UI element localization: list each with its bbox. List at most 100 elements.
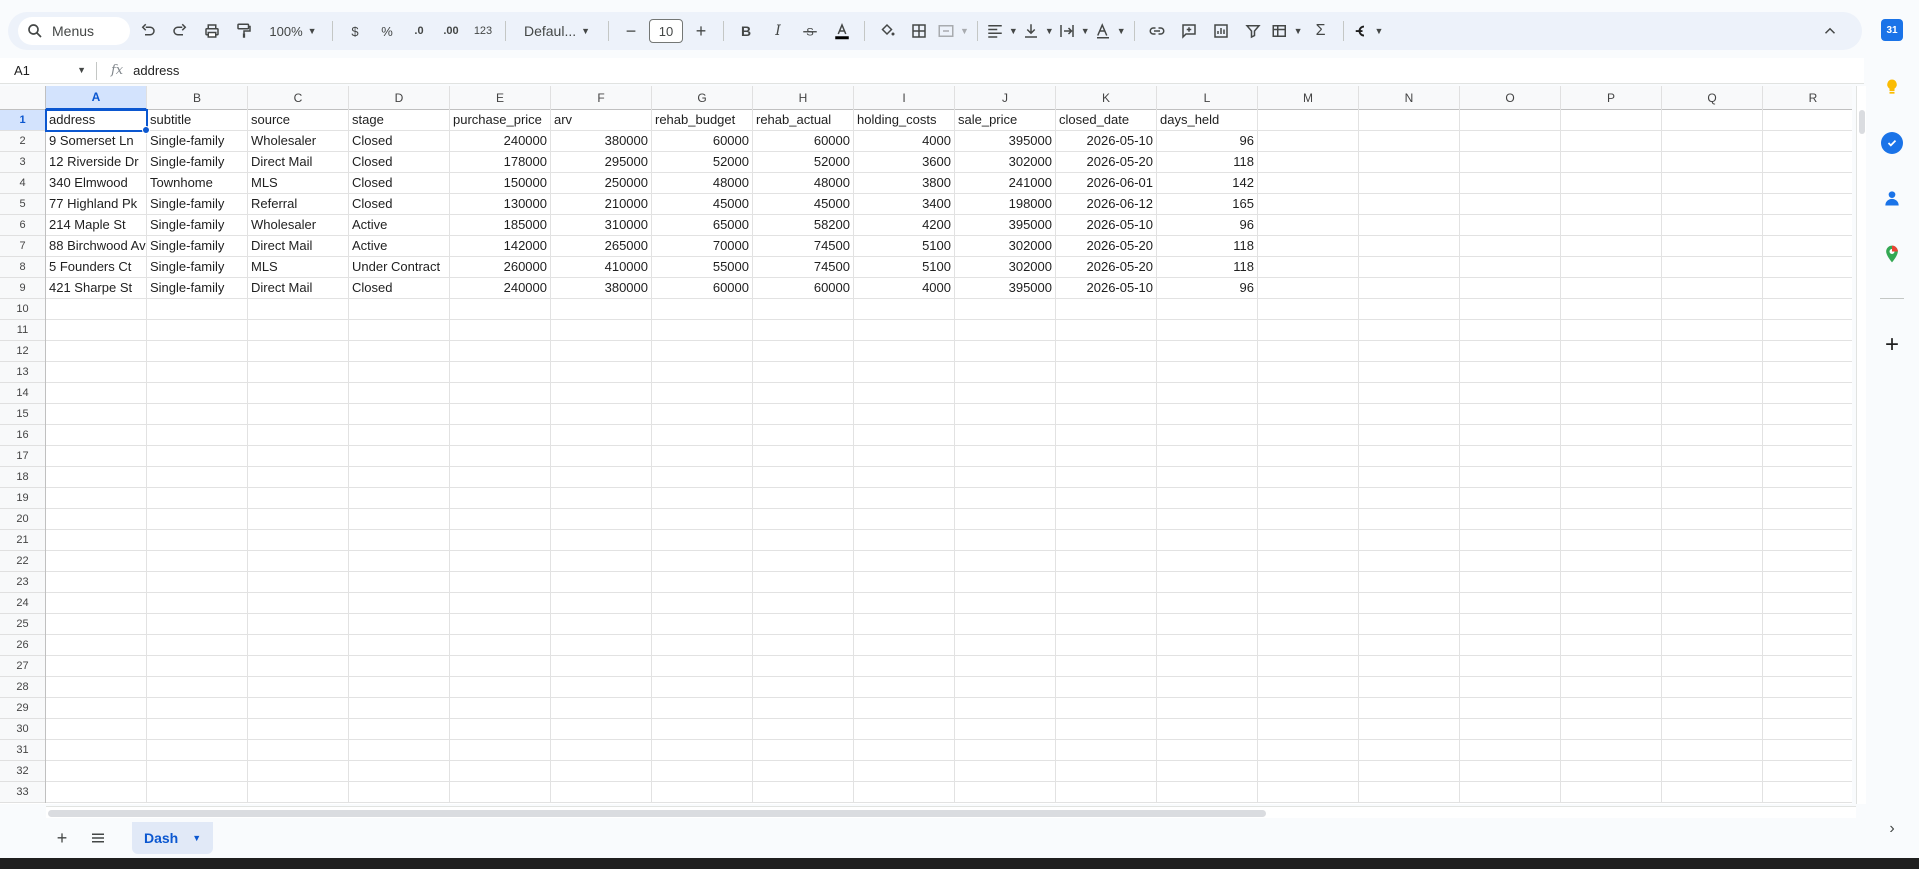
cell[interactable] (1460, 467, 1561, 488)
collapse-toolbar-button[interactable] (1816, 17, 1844, 45)
cell[interactable] (753, 341, 854, 362)
gemini-button[interactable]: ▼ (1352, 17, 1383, 45)
undo-button[interactable] (134, 17, 162, 45)
cell[interactable]: stage (349, 110, 450, 131)
row-header[interactable]: 8 (0, 257, 45, 278)
cell[interactable] (854, 635, 955, 656)
cell[interactable] (1561, 530, 1662, 551)
cell[interactable] (450, 656, 551, 677)
cell[interactable] (349, 425, 450, 446)
cell[interactable] (1763, 236, 1852, 257)
cell[interactable] (652, 530, 753, 551)
cell[interactable] (147, 299, 248, 320)
cell[interactable]: holding_costs (854, 110, 955, 131)
cell[interactable]: 295000 (551, 152, 652, 173)
cell[interactable]: 58200 (753, 215, 854, 236)
cell[interactable] (1359, 257, 1460, 278)
cell[interactable] (1359, 194, 1460, 215)
cell[interactable] (1763, 173, 1852, 194)
cell[interactable] (753, 635, 854, 656)
cell[interactable] (147, 551, 248, 572)
cell[interactable] (147, 383, 248, 404)
cell[interactable] (1056, 761, 1157, 782)
column-header[interactable]: M (1258, 86, 1359, 110)
cell[interactable] (1460, 236, 1561, 257)
cell[interactable] (248, 488, 349, 509)
merge-cells-button[interactable]: ▼ (937, 17, 969, 45)
row-header[interactable]: 7 (0, 236, 45, 257)
cell[interactable] (652, 509, 753, 530)
cell[interactable] (248, 404, 349, 425)
cell[interactable] (1662, 341, 1763, 362)
cell[interactable] (753, 593, 854, 614)
cell[interactable] (1662, 677, 1763, 698)
cell[interactable] (1763, 425, 1852, 446)
cell[interactable] (1258, 530, 1359, 551)
search-menus-button[interactable]: Menus (18, 17, 130, 45)
cell[interactable] (450, 761, 551, 782)
cell[interactable] (1359, 152, 1460, 173)
cell[interactable] (652, 383, 753, 404)
cell[interactable] (1258, 131, 1359, 152)
cell[interactable]: 178000 (450, 152, 551, 173)
cell[interactable] (955, 782, 1056, 803)
row-header[interactable]: 18 (0, 467, 45, 488)
cell[interactable] (1662, 299, 1763, 320)
horizontal-align-button[interactable]: ▼ (986, 17, 1018, 45)
row-header[interactable]: 9 (0, 278, 45, 299)
print-button[interactable] (198, 17, 226, 45)
cell[interactable] (1561, 446, 1662, 467)
cell[interactable] (551, 761, 652, 782)
cell[interactable] (753, 488, 854, 509)
cell[interactable] (450, 488, 551, 509)
cell[interactable] (1763, 320, 1852, 341)
cell[interactable] (1359, 383, 1460, 404)
row-header[interactable]: 14 (0, 383, 45, 404)
cell[interactable] (1460, 677, 1561, 698)
cell[interactable] (450, 446, 551, 467)
decrease-font-size-button[interactable]: − (617, 17, 645, 45)
cell[interactable] (1258, 761, 1359, 782)
row-header[interactable]: 13 (0, 362, 45, 383)
cell[interactable] (1662, 551, 1763, 572)
cell[interactable]: rehab_actual (753, 110, 854, 131)
cell[interactable] (551, 467, 652, 488)
column-header[interactable]: P (1561, 86, 1662, 110)
cell[interactable]: 340 Elmwood (46, 173, 147, 194)
cell[interactable] (753, 698, 854, 719)
cell[interactable] (854, 677, 955, 698)
cell[interactable] (248, 320, 349, 341)
cell[interactable] (1056, 446, 1157, 467)
cell[interactable] (1157, 488, 1258, 509)
cell[interactable] (1359, 656, 1460, 677)
filter-views-button[interactable]: ▼ (1271, 17, 1303, 45)
cell[interactable] (349, 656, 450, 677)
cell[interactable] (1662, 110, 1763, 131)
cell[interactable]: Direct Mail (248, 152, 349, 173)
cell[interactable] (349, 320, 450, 341)
cell[interactable] (753, 383, 854, 404)
cell[interactable] (1460, 551, 1561, 572)
cell[interactable] (1460, 110, 1561, 131)
cell[interactable] (1662, 152, 1763, 173)
cell[interactable] (1561, 782, 1662, 803)
cell[interactable] (1561, 509, 1662, 530)
cell[interactable] (248, 341, 349, 362)
cell[interactable] (551, 404, 652, 425)
cell[interactable] (1662, 635, 1763, 656)
cell[interactable] (1258, 488, 1359, 509)
cell[interactable] (1258, 782, 1359, 803)
cell[interactable]: Referral (248, 194, 349, 215)
cell[interactable] (349, 509, 450, 530)
cell[interactable] (955, 320, 1056, 341)
cell[interactable] (652, 593, 753, 614)
cell[interactable]: Closed (349, 173, 450, 194)
cell[interactable] (450, 383, 551, 404)
horizontal-scrollbar[interactable] (46, 806, 1856, 818)
cell[interactable] (652, 425, 753, 446)
cell[interactable]: 5 Founders Ct (46, 257, 147, 278)
font-family-select[interactable]: Defaul... ▼ (514, 17, 600, 45)
cell[interactable] (652, 362, 753, 383)
cell[interactable] (1258, 404, 1359, 425)
cell[interactable] (1258, 593, 1359, 614)
